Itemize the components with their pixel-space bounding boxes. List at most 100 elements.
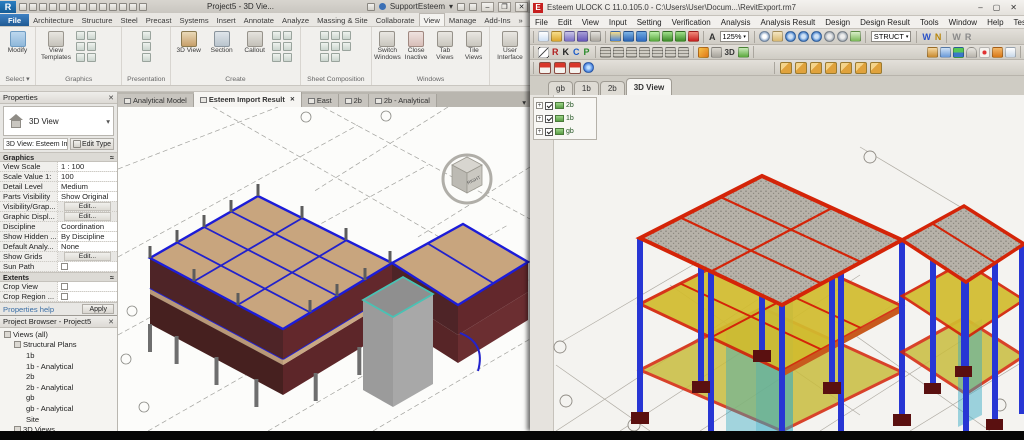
back-view-icon[interactable] bbox=[825, 62, 837, 74]
group-label-create[interactable]: Create bbox=[171, 74, 299, 85]
view-tab-east[interactable]: East bbox=[302, 94, 339, 107]
section-cut-icon[interactable] bbox=[711, 47, 722, 58]
plan-grid-icon[interactable] bbox=[600, 47, 611, 58]
save-icon[interactable] bbox=[564, 31, 575, 42]
viewports-icon[interactable] bbox=[320, 53, 329, 62]
tab-annotate[interactable]: Annotate bbox=[240, 14, 278, 26]
tile-views-button[interactable]: Tile Views bbox=[460, 29, 487, 62]
layer-checkbox[interactable] bbox=[545, 102, 553, 110]
zoom-extents-icon[interactable] bbox=[824, 31, 835, 42]
ribbon-overflow-icon[interactable]: » bbox=[515, 14, 527, 26]
expand-icon[interactable]: + bbox=[536, 128, 543, 135]
perspective-view-icon[interactable] bbox=[870, 62, 882, 74]
cut-profile-icon[interactable] bbox=[87, 53, 96, 62]
close-button[interactable]: ✕ bbox=[1010, 3, 1017, 12]
tab-precast[interactable]: Precast bbox=[142, 14, 176, 26]
group-label-windows[interactable]: Windows bbox=[372, 74, 489, 85]
3d-view-button[interactable]: 3D View bbox=[173, 29, 204, 55]
print-icon[interactable] bbox=[69, 3, 77, 11]
beam-tool-icon[interactable]: R bbox=[552, 47, 559, 57]
plan-grid-icon[interactable] bbox=[652, 47, 663, 58]
zoom-select[interactable]: 125% ▾ bbox=[720, 31, 749, 42]
switch-windows-button[interactable]: Switch Windows bbox=[374, 29, 401, 62]
tree-item-2b[interactable]: 2b bbox=[0, 371, 117, 382]
view-tab-2b[interactable]: 2b bbox=[339, 94, 369, 107]
struct-mode-select[interactable]: STRUCT ▾ bbox=[871, 31, 912, 42]
save-icon[interactable] bbox=[29, 3, 37, 11]
node-tool-icon[interactable]: N bbox=[935, 32, 942, 42]
group-label-presentation[interactable]: Presentation bbox=[122, 74, 170, 85]
zoom-previous-icon[interactable] bbox=[837, 31, 848, 42]
properties-section-extents[interactable]: Extents≈ bbox=[0, 272, 117, 282]
tab-systems[interactable]: Systems bbox=[176, 14, 213, 26]
expand-icon[interactable]: + bbox=[536, 115, 543, 122]
type-selector[interactable]: 3D View ▾ bbox=[3, 106, 114, 136]
tab-1b[interactable]: 1b bbox=[574, 81, 599, 95]
plan-grid-icon[interactable] bbox=[639, 47, 650, 58]
tab-gb[interactable]: gb bbox=[548, 81, 573, 95]
view-templates-button[interactable]: View Templates bbox=[38, 29, 74, 62]
plan-grid-icon[interactable] bbox=[678, 47, 689, 58]
tree-item-structural-plans[interactable]: Structural Plans bbox=[0, 340, 117, 351]
menu-analysis[interactable]: Analysis bbox=[716, 18, 756, 27]
tree-item-gb[interactable]: gb bbox=[0, 393, 117, 404]
zoom-caret-icon[interactable]: ▾ bbox=[743, 34, 746, 40]
layers-icon[interactable] bbox=[953, 47, 964, 58]
tab-structure[interactable]: Structure bbox=[78, 14, 117, 26]
matchline-icon[interactable] bbox=[331, 42, 340, 51]
app-store-icon[interactable] bbox=[457, 3, 465, 11]
close-inactive-button[interactable]: Close Inactive bbox=[403, 29, 430, 62]
menu-view[interactable]: View bbox=[577, 18, 604, 27]
menu-tester[interactable]: Tester bbox=[1009, 18, 1024, 27]
viewcube[interactable]: RIGHT bbox=[436, 143, 498, 205]
maximize-button[interactable]: ▢ bbox=[993, 3, 1001, 12]
apply-button[interactable]: Apply bbox=[82, 304, 114, 314]
section-button[interactable]: Section bbox=[206, 29, 237, 55]
column-tool-icon[interactable]: K bbox=[563, 47, 570, 57]
menu-input[interactable]: Input bbox=[604, 18, 632, 27]
layer-row-1b[interactable]: + 1b bbox=[536, 112, 594, 125]
minimize-button[interactable]: – bbox=[978, 3, 982, 12]
font-icon[interactable]: A bbox=[709, 32, 716, 42]
tag-icon[interactable] bbox=[99, 3, 107, 11]
view-tab-list-caret-icon[interactable]: ▾ bbox=[518, 98, 530, 107]
open-icon[interactable] bbox=[551, 31, 562, 42]
slab-tool-icon[interactable]: C bbox=[573, 47, 580, 57]
tab-2b[interactable]: 2b bbox=[600, 81, 625, 95]
layer-row-2b[interactable]: + 2b bbox=[536, 99, 594, 112]
close-view-icon[interactable]: ✕ bbox=[290, 96, 295, 103]
revit-app-button[interactable]: R bbox=[0, 1, 16, 13]
revisions-icon[interactable] bbox=[342, 31, 351, 40]
elevation-icon[interactable] bbox=[283, 31, 292, 40]
edit-type-button[interactable]: Edit Type bbox=[70, 138, 114, 150]
floor-view-icon[interactable] bbox=[554, 62, 566, 74]
view-tab-2b-analytical[interactable]: 2b - Analytical bbox=[369, 94, 437, 107]
tab-insert[interactable]: Insert bbox=[213, 14, 240, 26]
top-view-icon[interactable] bbox=[795, 62, 807, 74]
report-icon[interactable] bbox=[992, 47, 1003, 58]
project-browser-close-icon[interactable]: ✕ bbox=[108, 318, 114, 326]
menu-design-result[interactable]: Design Result bbox=[855, 18, 915, 27]
tree-item-3d-views[interactable]: 3D Views bbox=[0, 424, 117, 431]
properties-close-icon[interactable]: ✕ bbox=[108, 94, 114, 102]
refresh-icon[interactable] bbox=[649, 31, 660, 42]
menu-help[interactable]: Help bbox=[982, 18, 1008, 27]
section-icon[interactable] bbox=[129, 3, 137, 11]
expand-icon[interactable]: + bbox=[536, 102, 543, 109]
left-view-icon[interactable] bbox=[840, 62, 852, 74]
wall-tool-icon[interactable]: W bbox=[922, 32, 931, 42]
menu-window[interactable]: Window bbox=[944, 18, 982, 27]
save-all-icon[interactable] bbox=[577, 31, 588, 42]
thin-lines-small-icon[interactable] bbox=[76, 42, 85, 51]
menu-setting[interactable]: Setting bbox=[632, 18, 667, 27]
callout-button[interactable]: Callout bbox=[239, 29, 270, 55]
tree-item-gb-analytical[interactable]: gb - Analytical bbox=[0, 403, 117, 414]
text-icon[interactable] bbox=[109, 3, 117, 11]
menu-edit[interactable]: Edit bbox=[553, 18, 577, 27]
frame-view-icon[interactable] bbox=[569, 62, 581, 74]
user-interface-button[interactable]: User Interface bbox=[492, 29, 528, 62]
schedules-icon[interactable] bbox=[283, 53, 292, 62]
view-tab-analytical-model[interactable]: Analytical Model bbox=[118, 94, 194, 107]
tree-item-views-all[interactable]: Views (all) bbox=[0, 329, 117, 340]
help-icon[interactable] bbox=[469, 3, 477, 11]
